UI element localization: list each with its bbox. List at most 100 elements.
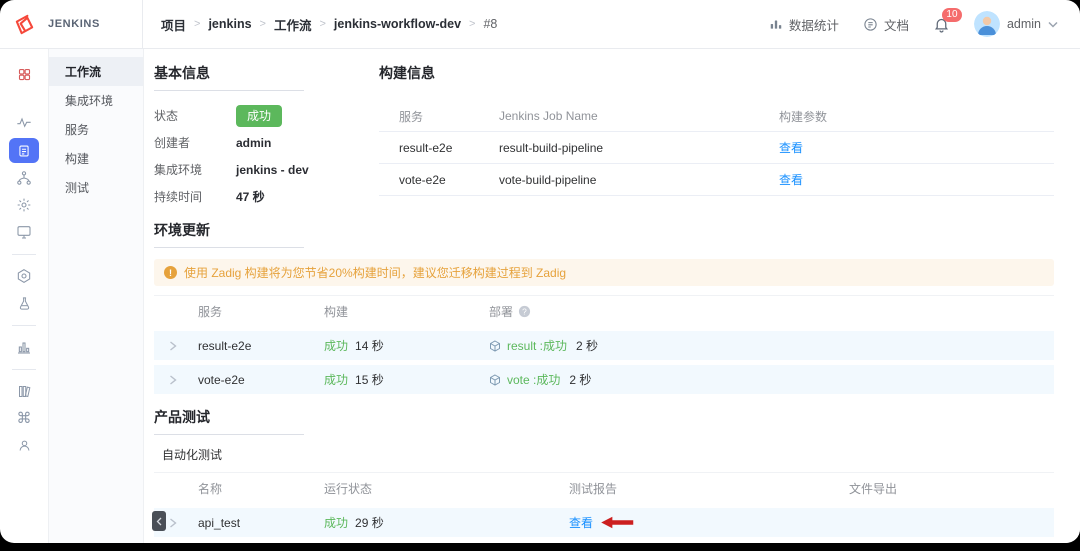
rail-item-activity[interactable] bbox=[9, 110, 39, 136]
rail-item-profile[interactable] bbox=[9, 432, 39, 458]
sidebar-item-label: 集成环境 bbox=[65, 94, 114, 108]
avatar bbox=[973, 11, 1000, 37]
rail-item-screen[interactable] bbox=[9, 219, 39, 245]
header-actions: 数据统计 文档 10 admin bbox=[769, 7, 1080, 37]
top-header: JENKINS 项目 > jenkins > 工作流 > jenkins-wor… bbox=[0, 0, 1080, 49]
rail-item-kubernetes[interactable] bbox=[9, 263, 39, 289]
sidebar-collapse-handle[interactable] bbox=[152, 511, 166, 531]
service-name: vote-e2e bbox=[198, 372, 245, 387]
dashboard-icon bbox=[18, 68, 30, 80]
column-header: 服务 bbox=[198, 304, 223, 319]
stats-button[interactable]: 数据统计 bbox=[769, 15, 839, 34]
docs-icon bbox=[864, 17, 877, 31]
field-label: 状态 bbox=[154, 109, 179, 123]
sidebar: 工作流 集成环境 服务 构建 测试 bbox=[49, 49, 144, 543]
annotation-arrow-icon bbox=[601, 516, 634, 529]
projects-icon bbox=[19, 145, 29, 156]
test-status: 成功 bbox=[324, 516, 349, 530]
section-title-build-info: 构建信息 bbox=[379, 65, 435, 81]
field-environment: 集成环境 jenkins - dev bbox=[154, 156, 379, 183]
rail-item-integrations[interactable] bbox=[9, 192, 39, 218]
deploy-time: 2 秒 bbox=[569, 373, 592, 387]
product-test-section: 产品测试 自动化测试 名称 运行状态 测试报告 文件导出 api_test 成功… bbox=[154, 407, 1054, 537]
field-label: 持续时间 bbox=[154, 190, 203, 204]
build-info-section: 构建信息 服务 Jenkins Job Name 构建参数 result-e2e… bbox=[379, 63, 1054, 210]
deploy-status: vote :成功 bbox=[507, 373, 561, 387]
sidebar-item-builds[interactable]: 构建 bbox=[49, 144, 143, 173]
container-icon bbox=[490, 339, 500, 352]
integrations-icon bbox=[17, 198, 31, 212]
avatar-icon bbox=[973, 11, 1000, 37]
chevron-down-icon bbox=[1048, 21, 1058, 28]
rail-item-pipelines[interactable] bbox=[9, 165, 39, 191]
app-window: JENKINS 项目 > jenkins > 工作流 > jenkins-wor… bbox=[0, 0, 1080, 543]
notifications-button[interactable]: 10 bbox=[933, 7, 962, 33]
sidebar-item-label: 测试 bbox=[65, 181, 90, 195]
build-table-header: 服务 Jenkins Job Name 构建参数 bbox=[379, 101, 1054, 132]
breadcrumb-item[interactable]: 工作流 bbox=[274, 15, 312, 34]
section-title-product-test: 产品测试 bbox=[154, 407, 304, 435]
table-row[interactable]: vote-e2e 成功 15 秒 vote :成功 2 秒 bbox=[154, 365, 1054, 394]
table-row[interactable]: result-e2e 成功 14 秒 result :成功 2 秒 bbox=[154, 331, 1054, 360]
service-name: result-e2e bbox=[399, 140, 453, 155]
chevron-right-icon bbox=[170, 374, 177, 385]
expand-row-button[interactable] bbox=[154, 340, 198, 351]
expand-row-button[interactable] bbox=[154, 374, 198, 385]
statistics-icon bbox=[18, 342, 30, 354]
notice-text: 使用 Zadig 构建将为您节省20%构建时间，建议您迁移构建过程到 Zadig bbox=[184, 266, 567, 280]
deploy-time: 2 秒 bbox=[576, 339, 599, 353]
column-header: 服务 bbox=[399, 109, 424, 124]
rail-item-command[interactable]: ⌘ bbox=[9, 405, 39, 431]
breadcrumb-item[interactable]: jenkins bbox=[208, 17, 251, 31]
sidebar-item-services[interactable]: 服务 bbox=[49, 115, 143, 144]
rail-item-statistics[interactable] bbox=[9, 334, 39, 360]
field-duration: 持续时间 47 秒 bbox=[154, 183, 379, 210]
field-status: 状态 成功 bbox=[154, 102, 379, 129]
svg-text:?: ? bbox=[522, 306, 527, 316]
sidebar-item-tests[interactable]: 测试 bbox=[49, 173, 143, 202]
jenkins-job-name: vote-build-pipeline bbox=[499, 172, 597, 187]
field-value: admin bbox=[236, 135, 272, 150]
test-time: 29 秒 bbox=[355, 516, 384, 530]
breadcrumb-item[interactable]: 项目 bbox=[161, 15, 186, 34]
breadcrumb-item[interactable]: jenkins-workflow-dev bbox=[334, 17, 461, 31]
rail-item-dashboard[interactable] bbox=[9, 61, 39, 87]
view-test-report-link[interactable]: 查看 bbox=[569, 514, 593, 531]
rail-item-projects[interactable] bbox=[9, 138, 39, 163]
view-build-params-link[interactable]: 查看 bbox=[779, 171, 1054, 188]
deploy-status: result :成功 bbox=[507, 339, 568, 353]
basic-info-section: 基本信息 状态 成功 创建者 admin 集成环境 jenkins - dev bbox=[154, 63, 379, 210]
rail-divider bbox=[12, 325, 36, 326]
view-build-params-link[interactable]: 查看 bbox=[779, 139, 1054, 156]
zadig-logo[interactable] bbox=[0, 13, 48, 36]
rail-divider bbox=[12, 254, 36, 255]
breadcrumb-separator: > bbox=[259, 18, 266, 30]
table-row: vote-e2e vote-build-pipeline 查看 bbox=[379, 164, 1054, 196]
breadcrumb-separator: > bbox=[194, 18, 201, 30]
help-icon[interactable]: ? bbox=[518, 305, 531, 318]
rail-item-lab[interactable] bbox=[9, 290, 39, 316]
warning-icon: ! bbox=[164, 266, 177, 279]
field-label: 创建者 bbox=[154, 136, 191, 150]
zadig-migration-notice: ! 使用 Zadig 构建将为您节省20%构建时间，建议您迁移构建过程到 Zad… bbox=[154, 259, 1054, 286]
field-label: 集成环境 bbox=[154, 163, 203, 177]
service-name: result-e2e bbox=[198, 338, 252, 353]
user-menu[interactable]: admin bbox=[973, 11, 1058, 37]
table-row[interactable]: api_test 成功 29 秒 查看 bbox=[154, 508, 1054, 537]
chevron-right-icon bbox=[170, 340, 177, 351]
sidebar-item-workflows[interactable]: 工作流 bbox=[49, 57, 143, 86]
lab-icon bbox=[19, 296, 29, 310]
stats-label: 数据统计 bbox=[788, 18, 839, 33]
column-header: 构建参数 bbox=[779, 109, 828, 124]
column-header: 文件导出 bbox=[849, 481, 898, 496]
sidebar-item-environments[interactable]: 集成环境 bbox=[49, 86, 143, 115]
build-status: 成功 bbox=[324, 339, 349, 353]
rail-item-library[interactable] bbox=[9, 378, 39, 404]
test-table-header: 名称 运行状态 测试报告 文件导出 bbox=[154, 472, 1054, 503]
section-title-env-update: 环境更新 bbox=[154, 220, 304, 248]
stats-icon bbox=[770, 20, 782, 29]
table-row: result-e2e result-build-pipeline 查看 bbox=[379, 132, 1054, 164]
docs-button[interactable]: 文档 bbox=[863, 15, 909, 34]
field-value: jenkins - dev bbox=[236, 162, 309, 177]
jenkins-job-name: result-build-pipeline bbox=[499, 140, 604, 155]
